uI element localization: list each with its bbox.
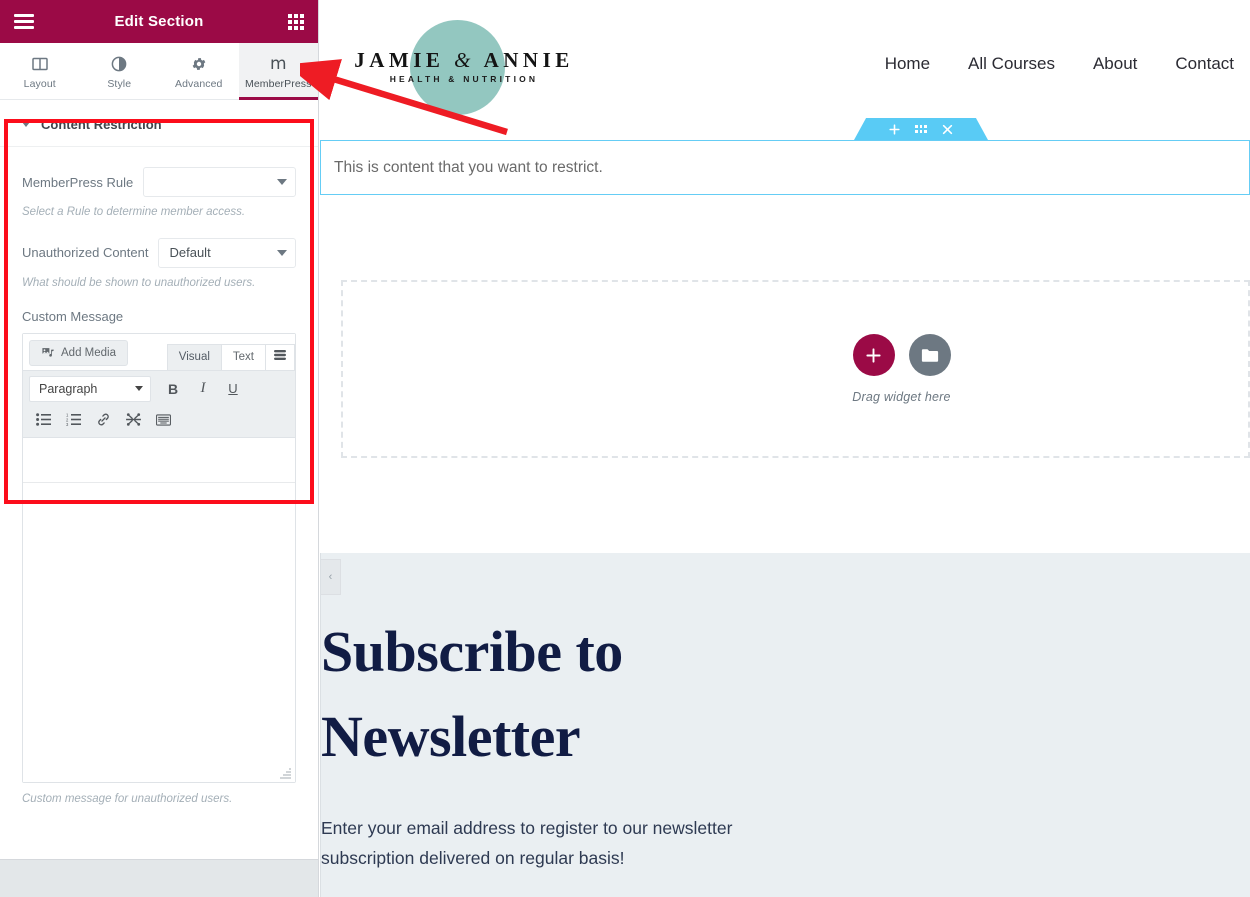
custom-message-textarea[interactable] [23,481,295,782]
chevron-left-icon[interactable]: ‹ [321,559,341,595]
gear-icon [191,55,207,73]
content-restriction-form: MemberPress Rule Select a Rule to determ… [0,147,318,805]
close-x-icon[interactable] [942,124,953,135]
logo-tagline: HEALTH & NUTRITION [389,74,539,84]
editor-top-bar: Add Media Visual Text [23,333,295,370]
newsletter-heading: Subscribe to Newsletter [321,553,1250,779]
unauthorized-content-label: Unauthorized Content [22,245,149,261]
site-header: JAMIE & ANNIE HEALTH & NUTRITION Home Al… [319,0,1250,135]
editor-tab-text[interactable]: Text [220,343,266,370]
dropzone-buttons [852,334,951,376]
read-more-icon[interactable] [119,407,147,433]
nav-item-all-courses[interactable]: All Courses [968,54,1055,74]
logo-brand-ampersand: & [454,48,475,72]
svg-text:3: 3 [66,422,69,426]
unauthorized-content-description: What should be shown to unauthorized use… [22,276,256,289]
custom-message-editor: Add Media Visual Text Paragraph B I U 1 … [22,332,296,783]
newsletter-heading-line2: Newsletter [321,704,581,769]
unauthorized-content-value: Default [169,245,211,261]
tab-style[interactable]: Style [80,43,160,99]
content-restriction-title: Content Restriction [41,117,162,132]
hamburger-icon[interactable] [14,11,34,33]
content-restriction-section-header[interactable]: Content Restriction [0,101,318,147]
tab-layout[interactable]: Layout [0,43,80,99]
chevron-down-icon [135,386,143,392]
panel-tab-bar: Layout Style Advanced m MemberPress [0,43,318,100]
toolbar-toggle-icon[interactable] [265,343,295,370]
panel-header: Edit Section [0,0,318,43]
media-photo-music-icon [41,346,55,360]
editor-toolbar-row-2: 123 [29,407,289,433]
format-select-value: Paragraph [39,381,98,396]
editor-toolbar: Paragraph B I U 123 [23,369,295,438]
editor-tab-visual[interactable]: Visual [166,343,222,370]
contrast-circle-icon [111,55,127,73]
chevron-down-icon [277,249,287,256]
newsletter-body-line1: Enter your email address to register to … [321,818,733,838]
bullet-list-icon[interactable] [29,407,57,433]
memberpress-rule-row: MemberPress Rule [22,167,296,197]
panel-body: Content Restriction MemberPress Rule Sel… [0,101,318,859]
memberpress-m-icon: m [269,53,287,74]
bold-button[interactable]: B [159,376,187,402]
elementor-section-toolbar [854,118,988,140]
italic-button[interactable]: I [189,376,217,402]
logo-brand-text: JAMIE & ANNIE [344,48,584,73]
logo-brand-part2: ANNIE [483,48,574,72]
memberpress-rule-description: Select a Rule to determine member access… [22,206,246,218]
unauthorized-content-row: Unauthorized Content Default [22,237,296,268]
site-preview: JAMIE & ANNIE HEALTH & NUTRITION Home Al… [319,0,1250,897]
add-media-label: Add Media [61,346,116,359]
link-icon[interactable] [89,407,117,433]
unauthorized-content-select[interactable]: Default [158,237,296,268]
restricted-content-text: This is content that you want to restric… [334,158,603,176]
tab-advanced[interactable]: Advanced [159,43,239,99]
underline-button[interactable]: U [219,376,247,402]
caret-down-icon [22,122,30,127]
format-select[interactable]: Paragraph [29,375,151,402]
newsletter-heading-line1: Subscribe to [321,619,623,684]
tab-memberpress[interactable]: m MemberPress [238,43,318,100]
drag-widget-dropzone[interactable]: Drag widget here [341,280,1250,458]
numbered-list-icon[interactable]: 123 [59,407,87,433]
restricted-content-widget[interactable]: This is content that you want to restric… [320,140,1250,195]
custom-message-label: Custom Message [22,308,124,324]
keyboard-shortcuts-icon[interactable] [149,407,177,433]
site-navigation: Home All Courses About Contact [885,54,1234,74]
add-media-button[interactable]: Add Media [29,339,128,366]
nav-item-contact[interactable]: Contact [1175,54,1234,74]
six-dots-handle-icon[interactable] [914,125,928,133]
editor-toolbar-row-1: Paragraph B I U [29,375,289,402]
newsletter-content: Subscribe to Newsletter Enter your email… [321,553,1250,873]
grid-apps-icon[interactable] [288,13,304,30]
newsletter-body-line2: subscription delivered on regular basis! [321,848,625,868]
tab-advanced-label: Advanced [174,78,223,90]
tab-layout-label: Layout [23,78,56,90]
custom-message-editor-body-top[interactable] [23,437,295,482]
elementor-edit-panel: Edit Section Layout Style Advanced m Mem… [0,0,319,897]
resize-handle-icon[interactable] [280,768,291,779]
nav-item-home[interactable]: Home [885,54,930,74]
newsletter-section: ‹ Subscribe to Newsletter Enter your ema… [320,553,1250,897]
panel-footer [0,859,318,897]
memberpress-rule-label: MemberPress Rule [22,174,134,190]
plus-icon[interactable] [889,123,900,135]
site-logo[interactable]: JAMIE & ANNIE HEALTH & NUTRITION [344,20,584,115]
nav-item-about[interactable]: About [1093,54,1137,74]
drag-widget-hint: Drag widget here [852,390,951,404]
editor-mode-tabs: Visual Text [166,343,295,370]
newsletter-body: Enter your email address to register to … [321,813,1250,873]
panel-title: Edit Section [114,13,204,30]
logo-brand-part1: JAMIE [354,48,445,72]
tab-style-label: Style [107,78,132,90]
add-widget-button[interactable] [852,334,895,376]
tab-memberpress-label: MemberPress [245,78,312,90]
layout-columns-icon [32,55,48,73]
add-template-button[interactable] [908,334,951,376]
memberpress-rule-select[interactable] [143,167,296,197]
custom-message-description: Custom message for unauthorized users. [22,792,233,805]
chevron-down-icon [277,179,287,185]
